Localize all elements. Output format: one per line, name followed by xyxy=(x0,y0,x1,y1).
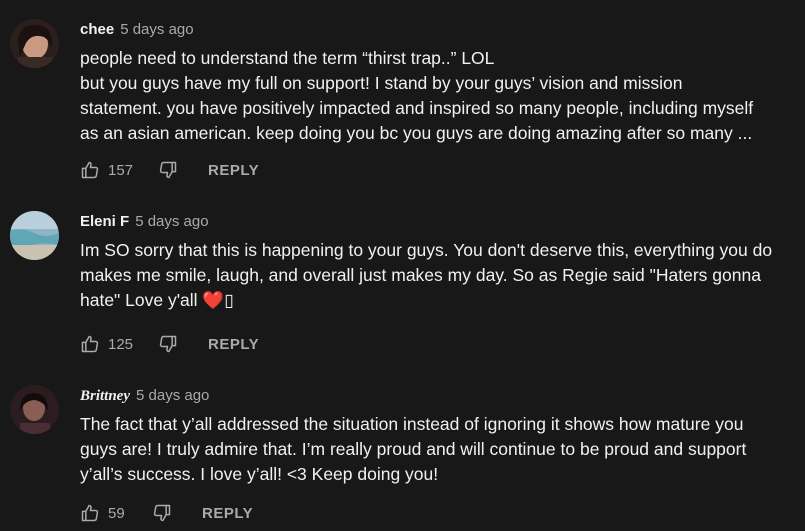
comment-line: guys are! I truly admire that. I’m reall… xyxy=(80,439,747,459)
like-count: 59 xyxy=(108,504,125,522)
comment-line: but you guys have my full on support! I … xyxy=(80,73,683,93)
comment-line: as an asian american. keep doing you bc … xyxy=(80,123,753,143)
reply-button[interactable]: REPLY xyxy=(202,505,253,522)
comment-header: chee 5 days ago xyxy=(80,21,194,39)
thumbs-down-icon[interactable] xyxy=(158,334,178,354)
author-name[interactable]: chee xyxy=(80,21,114,38)
reply-button[interactable]: REPLY xyxy=(208,162,259,179)
author-name[interactable]: Eleni F xyxy=(80,213,129,230)
author-name[interactable]: Brittney xyxy=(80,388,130,404)
comment-line-last: hate" Love y'all ❤️▯ xyxy=(80,288,792,314)
timestamp[interactable]: 5 days ago xyxy=(135,213,208,230)
thumbs-down-icon[interactable] xyxy=(158,160,178,180)
comment-line: y’all’s success. I love y’all! <3 Keep d… xyxy=(80,464,439,484)
comment-header: Eleni F 5 days ago xyxy=(80,213,209,231)
comment-line: statement. you have positively impacted … xyxy=(80,98,754,118)
avatar[interactable] xyxy=(10,211,59,260)
comment-line-text: hate" Love y'all xyxy=(80,290,198,310)
comment-line: Im SO sorry that this is happening to yo… xyxy=(80,240,773,260)
thumbs-down-icon[interactable] xyxy=(152,503,172,523)
comment-text: The fact that y’all addressed the situat… xyxy=(80,412,792,487)
comment-actions: 125 REPLY xyxy=(80,333,259,355)
thumbs-up-icon[interactable] xyxy=(80,160,100,180)
avatar[interactable] xyxy=(10,19,59,68)
thumbs-up-icon[interactable] xyxy=(80,503,100,523)
reply-button[interactable]: REPLY xyxy=(208,336,259,353)
comment-text: people need to understand the term “thir… xyxy=(80,46,792,146)
like-count: 125 xyxy=(108,335,134,353)
comment-actions: 157 REPLY xyxy=(80,159,259,181)
timestamp[interactable]: 5 days ago xyxy=(136,387,209,404)
timestamp[interactable]: 5 days ago xyxy=(120,21,193,38)
heart-emoji: ❤️ xyxy=(202,290,225,310)
thumbs-up-icon[interactable] xyxy=(80,334,100,354)
comment-text: Im SO sorry that this is happening to yo… xyxy=(80,238,792,314)
like-count: 157 xyxy=(108,161,134,179)
comment-line: The fact that y’all addressed the situat… xyxy=(80,414,744,434)
comment-line: makes me smile, laugh, and overall just … xyxy=(80,265,761,285)
avatar[interactable] xyxy=(10,385,59,434)
comment-line: people need to understand the term “thir… xyxy=(80,48,495,68)
comment-header: Brittney 5 days ago xyxy=(80,387,209,405)
comment-actions: 59 REPLY xyxy=(80,502,253,524)
missing-glyph: ▯ xyxy=(224,291,234,311)
